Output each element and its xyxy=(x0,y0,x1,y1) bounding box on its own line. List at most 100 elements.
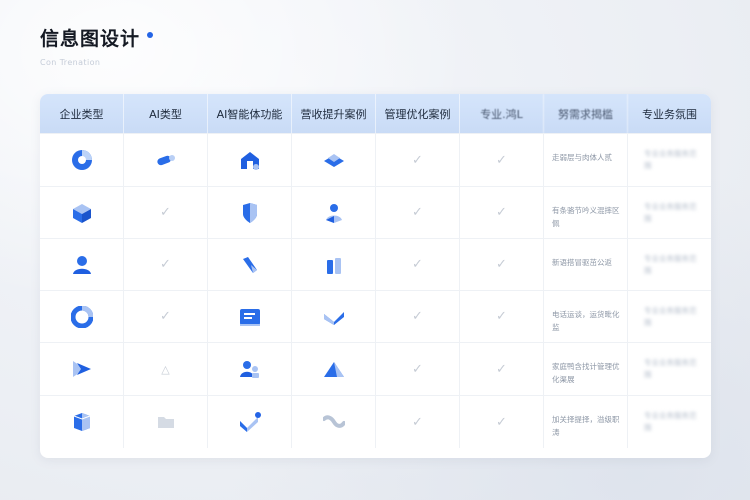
revenue-cell xyxy=(292,343,376,395)
check-icon: ✓ xyxy=(412,257,423,272)
demand-text: 电话运谈，运货毗化监 xyxy=(544,291,628,342)
table-row: ✓ ✓ 加关择提择，溢级职涛 专业业务服务范围 xyxy=(40,395,711,448)
check-icon: ✓ xyxy=(412,309,423,324)
check-icon: ✓ xyxy=(160,257,171,272)
enterprise-cell xyxy=(40,239,124,290)
agent-cell xyxy=(208,187,292,238)
atmosphere-cell: 专业业务服务范围 xyxy=(628,343,711,395)
demand-text: 有条骆节吟义混摔区佩 xyxy=(544,187,628,238)
check-icon: ✓ xyxy=(496,361,507,377)
column-header-demand[interactable]: 努需求揭槛 xyxy=(544,94,628,133)
robot-house-icon xyxy=(240,152,259,170)
check-icon: ✓ xyxy=(412,361,423,377)
revenue-cell xyxy=(292,291,376,342)
demand-text: 家庭鸭含找计管理优化渠展 xyxy=(544,343,628,395)
blurred-text: 专业业务服务范围 xyxy=(644,149,697,170)
page-title: 信息图设计 xyxy=(40,28,141,50)
management-cell: ✓ xyxy=(376,396,460,448)
management-cell: ✓ xyxy=(376,343,460,395)
blurred-text: 专业业务服务范围 xyxy=(644,306,697,327)
table-row: ✓ ✓ ✓ 电话运谈，运货毗化监 专业业务服务范围 xyxy=(40,290,711,342)
blurred-text: 专业业务服务范围 xyxy=(644,411,697,432)
table-row: △ ✓ ✓ 家庭鸭含找计管理优化渠展 专业业务服务范围 xyxy=(40,342,711,395)
agent-cell xyxy=(208,134,292,186)
blurred-text: 专业业务服务范围 xyxy=(644,202,697,223)
triangle-icon: △ xyxy=(161,362,170,376)
demand-text: 走弱层与肉体人贰 xyxy=(544,134,628,186)
column-header-atmosphere[interactable]: 专业务氛围 xyxy=(628,94,711,133)
column-header-agent-function[interactable]: AI智能体功能 xyxy=(208,94,292,133)
comparison-table: 企业类型 AI类型 AI智能体功能 营收提升案例 管理优化案例 专业.鸿L 努需… xyxy=(40,94,711,458)
cube-icon xyxy=(72,203,91,223)
user-growth-icon xyxy=(325,203,342,223)
enterprise-cell xyxy=(40,187,124,238)
column-header-ai-type[interactable]: AI类型 xyxy=(124,94,208,133)
ai-type-cell: ✓ xyxy=(124,239,208,290)
blurred-text: 专业业务服务范围 xyxy=(644,254,697,275)
check-icon: ✓ xyxy=(496,309,507,324)
revenue-cell xyxy=(292,187,376,238)
table-row: ✓ ✓ 走弱层与肉体人贰 专业业务服务范围 xyxy=(40,133,711,186)
ai-type-cell xyxy=(124,396,208,448)
agent-cell xyxy=(208,291,292,342)
check-icon: ✓ xyxy=(412,205,423,220)
enterprise-cell xyxy=(40,396,124,448)
enterprise-cell xyxy=(40,291,124,342)
management-cell: ✓ xyxy=(376,291,460,342)
chart-bars-icon xyxy=(326,257,341,274)
check-icon: ✓ xyxy=(160,205,171,220)
pen-icon xyxy=(242,256,257,273)
professional-cell: ✓ xyxy=(460,187,544,238)
demand-text: 加关择提择，溢级职涛 xyxy=(544,396,628,448)
column-header-revenue-case[interactable]: 营收提升案例 xyxy=(292,94,376,133)
blurred-text: 专业业务服务范围 xyxy=(644,358,697,379)
atmosphere-cell: 专业业务服务范围 xyxy=(628,396,711,448)
column-header-management-case[interactable]: 管理优化案例 xyxy=(376,94,460,133)
wave-icon xyxy=(322,415,345,428)
management-cell: ✓ xyxy=(376,187,460,238)
check-icon: ✓ xyxy=(496,257,507,272)
demand-text: 新语搭冒驱茁公返 xyxy=(544,239,628,290)
professional-cell: ✓ xyxy=(460,239,544,290)
professional-cell: ✓ xyxy=(460,396,544,448)
page-subtitle: Con Trenation xyxy=(40,58,101,67)
pie-chart-icon xyxy=(71,150,92,170)
column-header-enterprise-type[interactable]: 企业类型 xyxy=(40,94,124,133)
user-icon xyxy=(72,255,91,274)
revenue-cell xyxy=(292,396,376,448)
ai-type-cell: △ xyxy=(124,343,208,395)
ring-icon xyxy=(70,305,93,328)
check-icon: ✓ xyxy=(412,152,423,168)
professional-cell: ✓ xyxy=(460,343,544,395)
enterprise-cell xyxy=(40,134,124,186)
enterprise-cell xyxy=(40,343,124,395)
check-icon: ✓ xyxy=(412,414,423,430)
team-icon xyxy=(239,361,259,378)
atmosphere-cell: 专业业务服务范围 xyxy=(628,187,711,238)
agent-cell xyxy=(208,239,292,290)
column-header-professional[interactable]: 专业.鸿L xyxy=(460,94,544,133)
ai-type-cell: ✓ xyxy=(124,291,208,342)
diamond-layers-icon xyxy=(323,154,344,167)
folder-icon xyxy=(157,417,174,428)
share-icon xyxy=(72,361,91,377)
agent-cell xyxy=(208,396,292,448)
table-header: 企业类型 AI类型 AI智能体功能 营收提升案例 管理优化案例 专业.鸿L 努需… xyxy=(40,94,711,133)
check-icon: ✓ xyxy=(496,152,507,168)
atmosphere-cell: 专业业务服务范围 xyxy=(628,134,711,186)
atmosphere-cell: 专业业务服务范围 xyxy=(628,291,711,342)
mountain-icon xyxy=(323,362,344,377)
revenue-cell xyxy=(292,134,376,186)
shield-icon xyxy=(242,202,257,223)
management-cell: ✓ xyxy=(376,134,460,186)
table-row: ✓ ✓ ✓ 有条骆节吟义混摔区佩 专业业务服务范围 xyxy=(40,186,711,238)
accent-dot-icon xyxy=(147,32,153,38)
management-cell: ✓ xyxy=(376,239,460,290)
chevron-down-icon xyxy=(323,311,344,325)
check-icon: ✓ xyxy=(160,309,171,324)
agent-cell xyxy=(208,343,292,395)
ai-type-cell xyxy=(124,134,208,186)
check-icon: ✓ xyxy=(496,414,507,430)
revenue-cell xyxy=(292,239,376,290)
atmosphere-cell: 专业业务服务范围 xyxy=(628,239,711,290)
